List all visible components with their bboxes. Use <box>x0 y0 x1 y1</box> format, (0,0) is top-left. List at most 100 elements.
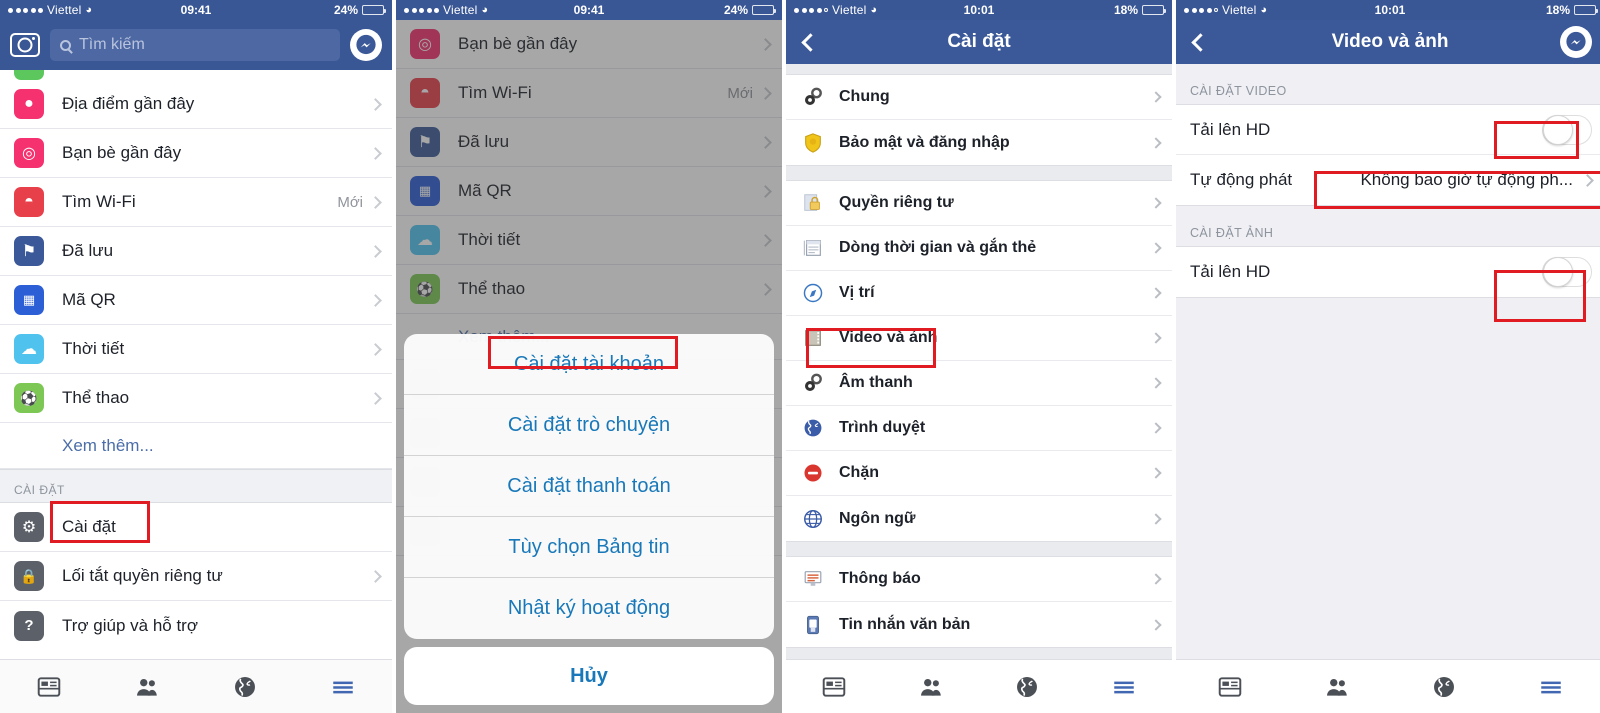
settings-item-trinh-duyet[interactable]: Trình duyệt <box>786 406 1172 451</box>
photo-settings-card: Tải lên HD <box>1176 246 1600 298</box>
page-title: Cài đặt <box>947 31 1011 52</box>
radar-icon: ◎ <box>14 138 44 168</box>
chevron-right-icon <box>1150 136 1162 149</box>
tab-globe[interactable] <box>196 660 294 713</box>
action-activity-log[interactable]: Nhật ký hoạt động <box>404 578 774 639</box>
settings-item-label: Dòng thời gian và gắn thẻ <box>839 239 1037 256</box>
tab-globe[interactable] <box>979 660 1076 713</box>
action-newsfeed-preferences[interactable]: Tùy chọn Bảng tin <box>404 517 774 578</box>
sports-ball-icon <box>14 70 44 80</box>
bottom-tab-bar-4 <box>1176 659 1600 713</box>
action-label: Cài đặt trò chuyện <box>507 413 671 436</box>
settings-section-header: CÀI ĐẶT <box>0 469 392 503</box>
chevron-right-icon <box>1150 377 1162 389</box>
tab-friends[interactable] <box>98 660 196 713</box>
list-item[interactable]: ⚑ Đã lưu <box>396 118 782 167</box>
sidebar-item-help-support[interactable]: ? Trợ giúp và hỗ trợ <box>0 601 392 650</box>
photo-upload-hd-toggle[interactable] <box>1542 257 1592 287</box>
list-item[interactable]: ◎ Bạn bè gần đây <box>0 129 392 178</box>
chevron-right-icon <box>1150 332 1162 344</box>
tab-globe[interactable] <box>1390 660 1497 713</box>
list-item[interactable]: ◓ Tìm Wi-Fi Mới <box>0 178 392 227</box>
list-item-label: Bạn bè gần đây <box>458 34 578 53</box>
video-photo-body: CÀI ĐẶT VIDEO Tải lên HD Tự động phát Kh… <box>1176 64 1600 713</box>
question-mark-icon: ? <box>14 610 44 641</box>
chevron-right-icon <box>1150 467 1162 479</box>
messenger-icon[interactable] <box>350 29 382 61</box>
settings-item-video-va-anh[interactable]: Video và ảnh <box>786 316 1172 361</box>
gears-icon <box>800 84 826 110</box>
settings-item-bao-mat[interactable]: Bảo mật và đăng nhập <box>786 120 1172 165</box>
video-upload-hd-toggle[interactable] <box>1542 114 1592 145</box>
settings-item-am-thanh[interactable]: Âm thanh <box>786 361 1172 406</box>
list-item[interactable]: ◓ Tìm Wi-Fi Mới <box>396 69 782 118</box>
video-upload-hd-row[interactable]: Tải lên HD <box>1176 105 1600 155</box>
list-item-label: Địa điểm gần đây <box>62 94 195 113</box>
battery-percent-2: 24% <box>723 3 748 17</box>
settings-item-label: Ngôn ngữ <box>839 509 916 527</box>
list-item[interactable]: ☁ Thời tiết <box>396 216 782 265</box>
action-label: Tùy chọn Bảng tin <box>508 535 670 558</box>
cancel-button[interactable]: Hủy <box>404 647 774 705</box>
tab-menu[interactable] <box>1076 660 1173 713</box>
tab-menu[interactable] <box>1497 660 1600 713</box>
photo-upload-hd-row[interactable]: Tải lên HD <box>1176 247 1600 297</box>
tab-newsfeed[interactable] <box>0 660 98 713</box>
action-label: Cài đặt tài khoản <box>513 352 665 375</box>
bookmark-icon: ⚑ <box>14 236 44 266</box>
bottom-tab-bar-3 <box>786 659 1172 713</box>
list-item-label: Mã QR <box>458 181 512 200</box>
tab-newsfeed[interactable] <box>1176 660 1283 713</box>
action-payment-settings[interactable]: Cài đặt thanh toán <box>404 456 774 517</box>
list-item[interactable]: ☁ Thời tiết <box>0 325 392 374</box>
settings-item-thong-bao[interactable]: Thông báo <box>786 557 1172 602</box>
chevron-right-icon <box>369 342 382 356</box>
tab-friends[interactable] <box>1283 660 1390 713</box>
list-item-label: Mã QR <box>62 290 116 309</box>
settings-item-chung[interactable]: Chung <box>786 75 1172 120</box>
settings-body: Chung Bảo mật và đăng nhập Quyền riêng t… <box>786 64 1172 713</box>
camera-icon[interactable] <box>10 33 40 57</box>
film-strip-icon <box>800 325 826 351</box>
list-item[interactable]: ● Địa điểm gần đây <box>0 80 392 129</box>
search-input[interactable]: Tìm kiếm <box>50 29 340 61</box>
list-item[interactable]: ▦ Mã QR <box>0 276 392 325</box>
settings-item-chan[interactable]: Chặn <box>786 451 1172 496</box>
list-item[interactable]: ⚑ Đã lưu <box>0 227 392 276</box>
chevron-right-icon <box>759 37 772 51</box>
sidebar-item-settings[interactable]: ⚙ Cài đặt <box>0 503 392 552</box>
chevron-right-icon <box>1581 173 1594 187</box>
settings-item-tin-nhan-van-ban[interactable]: Tin nhắn văn bản <box>786 602 1172 647</box>
sidebar-item-privacy-shortcuts[interactable]: 🔒 Lối tắt quyền riêng tư <box>0 552 392 601</box>
tab-friends[interactable] <box>883 660 980 713</box>
newsfeed-icon <box>822 676 846 697</box>
see-more-label: Xem thêm... <box>62 435 154 455</box>
tab-newsfeed[interactable] <box>786 660 883 713</box>
chevron-right-icon <box>369 244 382 258</box>
panel-action-sheet: Viettel ◕ 09:41 24% ◎ Bạn bè gần đây ◓ T… <box>396 0 782 713</box>
list-item[interactable]: ⚽ Thể thao <box>0 374 392 423</box>
settings-item-ngon-ngu[interactable]: Ngôn ngữ <box>786 496 1172 541</box>
settings-item-vi-tri[interactable]: Vị trí <box>786 271 1172 316</box>
tab-menu[interactable] <box>294 660 392 713</box>
see-more-button[interactable]: Xem thêm... <box>0 423 392 469</box>
wifi-icon: ◓ <box>410 78 440 108</box>
list-item[interactable]: ▦ Mã QR <box>396 167 782 216</box>
list-item-label: Bạn bè gần đây <box>62 143 182 162</box>
block-icon <box>800 460 826 486</box>
settings-label: Trợ giúp và hỗ trợ <box>62 615 198 635</box>
clock-4: 10:01 <box>1374 3 1406 17</box>
messenger-icon[interactable] <box>1560 26 1592 58</box>
list-item[interactable]: ◎ Bạn bè gần đây <box>396 20 782 69</box>
list-item[interactable]: ⚽ Thể thao <box>396 265 782 314</box>
settings-item-dong-thoi-gian[interactable]: Dòng thời gian và gắn thẻ <box>786 226 1172 271</box>
nav-bar-3: Cài đặt <box>786 20 1172 64</box>
chevron-right-icon <box>1150 197 1162 209</box>
settings-item-quyen-rieng-tu[interactable]: Quyền riêng tư <box>786 181 1172 226</box>
video-autoplay-row[interactable]: Tự động phát Không bao giờ tự động ph... <box>1176 155 1600 205</box>
action-chat-settings[interactable]: Cài đặt trò chuyện <box>404 395 774 456</box>
chevron-right-icon <box>759 135 772 149</box>
action-account-settings[interactable]: Cài đặt tài khoản <box>404 334 774 395</box>
globe-icon <box>1433 676 1454 697</box>
chevron-right-icon <box>369 146 382 160</box>
